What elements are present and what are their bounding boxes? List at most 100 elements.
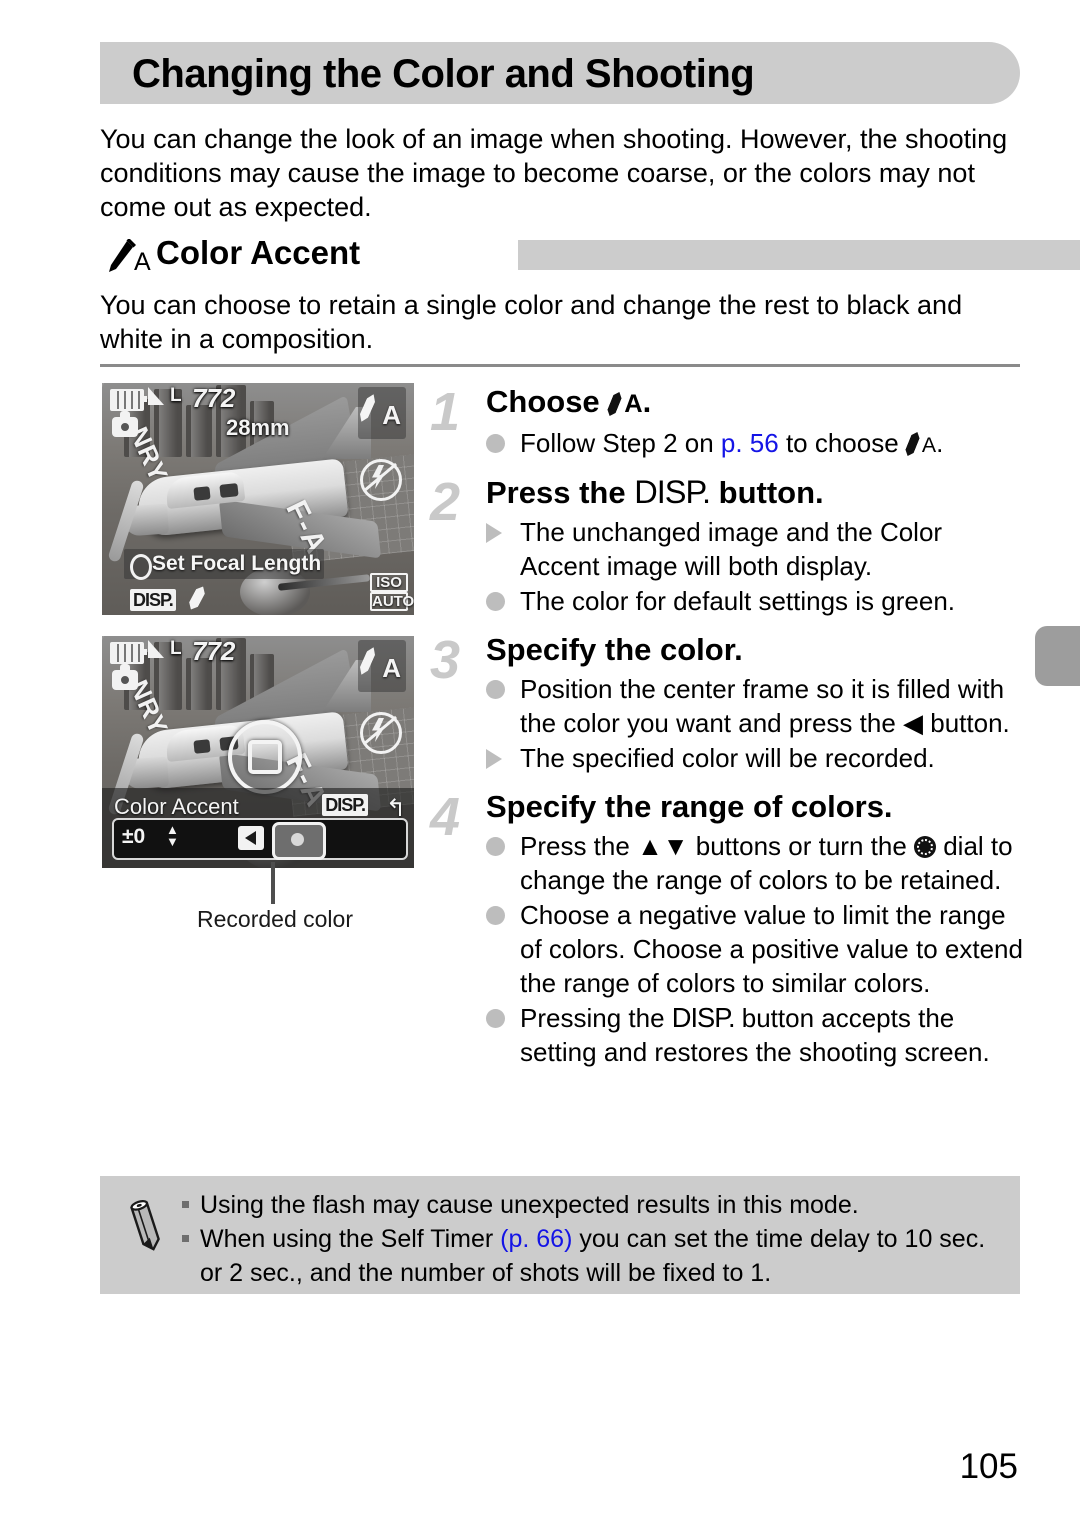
focal-length-label: 28mm (226, 415, 290, 440)
note-item: When using the Self Timer (p. 66) you ca… (178, 1222, 1006, 1290)
color-range-slider[interactable]: ±0 ▲ ▼ (112, 818, 408, 860)
up-down-buttons-icon: ▲▼ (637, 831, 689, 861)
bullet-text: The specified color will be recorded. (520, 743, 935, 773)
step-heading-text: Press the (486, 475, 635, 510)
left-arrow-button-icon[interactable] (238, 826, 264, 850)
bullet-item: The specified color will be recorded. (486, 741, 1025, 775)
panel-title: Color Accent (114, 794, 239, 819)
manual-page: Changing the Color and Shooting You can … (0, 0, 1080, 1521)
slider-value: ±0 (122, 825, 146, 848)
bullet-square-marker (182, 1235, 189, 1242)
step-4: 4 Specify the range of colors. Press the… (430, 787, 1025, 1069)
bullet-dot-marker (486, 837, 505, 856)
bullet-dot-marker (486, 906, 505, 925)
bullet-text: Press the (520, 831, 638, 861)
ring-dial-icon (130, 554, 152, 580)
step-heading: Press the DISP. button. (486, 472, 1025, 513)
bullet-text: The color for default settings is green. (520, 586, 956, 616)
disp-button-icon: DISP. (130, 589, 176, 611)
shooting-mode-badge: A (358, 387, 406, 439)
step-bullets: The unchanged image and the Color Accent… (486, 515, 1025, 618)
hint-bar: Set Focal Length (124, 549, 324, 580)
control-dial-icon (914, 836, 936, 858)
page-link[interactable]: p. 56 (721, 428, 779, 458)
recorded-color-swatch[interactable] (272, 822, 326, 860)
shooting-mode-letter: A (382, 400, 401, 430)
color-accent-dropper-icon (608, 391, 624, 417)
bullet-dot-marker (486, 592, 505, 611)
step-bullets: Press the ▲▼ buttons or turn the dial to… (486, 829, 1025, 1069)
shooting-mode-badge: A (358, 640, 406, 692)
step-heading: Specify the color. (486, 632, 743, 667)
step-heading: Choose A. (486, 382, 1025, 424)
bullet-item: Press the ▲▼ buttons or turn the dial to… (486, 829, 1025, 897)
disp-button-icon: DISP. (671, 1002, 736, 1033)
section-title-bar (518, 240, 1080, 270)
color-accent-panel: Color Accent DISP. ↰ ±0 ▲ ▼ (102, 788, 414, 868)
image-quality-icon (148, 387, 170, 407)
iso-label: ISO (370, 573, 408, 592)
chapter-edge-tab (1035, 626, 1080, 686)
page-title: Changing the Color and Shooting (132, 52, 755, 96)
up-down-buttons-icon: ▲▼ (166, 822, 179, 849)
flash-off-icon (360, 712, 402, 754)
pencil-note-icon (124, 1198, 170, 1254)
bullet-item: The unchanged image and the Color Accent… (486, 515, 1025, 583)
intro-paragraph: You can change the look of an image when… (100, 124, 1008, 222)
note-text: When using the Self Timer (200, 1225, 501, 1253)
mode-letter: A (921, 433, 937, 457)
shooting-mode-letter: A (382, 653, 401, 683)
color-accent-dropper-icon (906, 431, 922, 457)
step-3: 3 Specify the color. Position the center… (430, 630, 1025, 775)
step-heading-suffix: button. (710, 475, 824, 510)
bullet-item: Position the center frame so it is fille… (486, 672, 1025, 740)
step-bullets: Position the center frame so it is fille… (486, 672, 1025, 775)
bullet-item: Follow Step 2 on p. 56 to choose A. (486, 426, 1025, 462)
shots-remaining: 772 (192, 636, 236, 666)
page-link[interactable]: (p. 66) (500, 1225, 572, 1253)
step-number: 1 (430, 382, 461, 442)
svg-text:A: A (134, 248, 151, 275)
bullet-text-2: to choose (778, 428, 906, 458)
step-heading: Specify the range of colors. (486, 789, 893, 824)
step-number: 2 (430, 472, 461, 532)
bullet-dot-marker (486, 434, 505, 453)
section-title: Color Accent (156, 234, 361, 271)
iso-value: AUTO (370, 592, 414, 611)
disp-button-icon: DISP. (322, 794, 368, 816)
note-text: Using the flash may cause unexpected res… (200, 1191, 859, 1219)
camera-shake-icon (112, 664, 138, 690)
image-quality-icon (148, 640, 170, 660)
section-description: You can choose to retain a single color … (100, 290, 963, 354)
bullet-item: The color for default settings is green. (486, 584, 1025, 618)
center-frame-square (248, 740, 282, 774)
flash-off-icon (360, 459, 402, 501)
bullet-text: The unchanged image and the Color Accent… (520, 517, 943, 581)
callout-leader-line (271, 862, 275, 904)
page-number: 105 (959, 1447, 1018, 1486)
left-arrow-button-icon: ◀ (903, 708, 924, 738)
camera-shake-icon (112, 411, 138, 437)
step-number: 4 (430, 787, 461, 847)
bullet-text-2: button. (923, 708, 1010, 738)
bullet-text-3: . (936, 428, 944, 458)
bullet-text: Follow Step 2 on (520, 428, 721, 458)
bullet-square-marker (182, 1201, 189, 1208)
step-bullets: Follow Step 2 on p. 56 to choose A. (486, 426, 1025, 462)
bullet-text: Pressing the (520, 1003, 672, 1033)
section-heading: A Color Accent (100, 234, 1080, 276)
color-accent-dropper-icon (357, 645, 377, 676)
camera-screen-shot-1: NRY F-A L 772 28mm A Set Focal Length DI… (102, 383, 414, 615)
step-number: 3 (430, 630, 461, 690)
color-accent-dropper-icon (357, 392, 377, 423)
bullet-item: Pressing the DISP. button accepts the se… (486, 1001, 1025, 1069)
step-2: 2 Press the DISP. button. The unchanged … (430, 472, 1025, 618)
bullet-triangle-marker (486, 523, 502, 543)
shots-remaining: 772 (192, 383, 236, 413)
step-1: 1 Choose A. Follow Step 2 on p. 56 to ch… (430, 382, 1025, 462)
disp-button-icon: DISP. (634, 474, 711, 510)
steps-list: 1 Choose A. Follow Step 2 on p. 56 to ch… (430, 382, 1025, 1071)
note-list: Using the flash may cause unexpected res… (178, 1188, 1006, 1290)
battery-icon (110, 389, 147, 411)
note-box: Using the flash may cause unexpected res… (100, 1176, 1020, 1294)
